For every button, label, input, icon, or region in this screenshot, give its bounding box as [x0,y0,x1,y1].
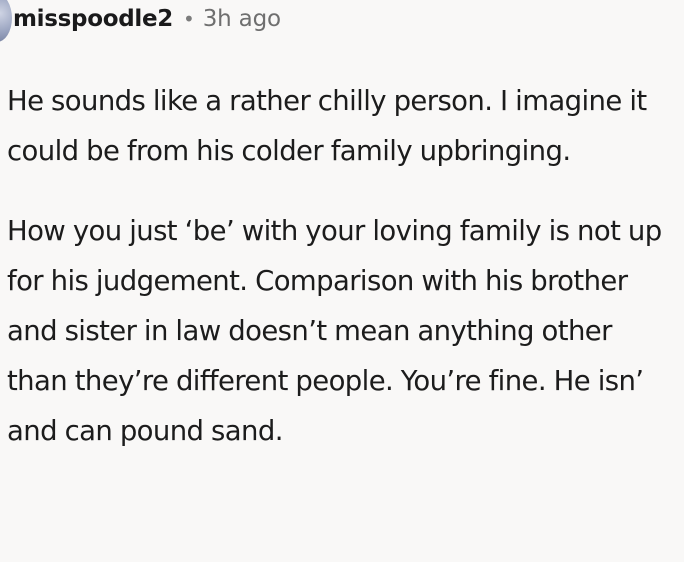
comment-body: He sounds like a rather chilly person. I… [7,76,679,486]
meta-separator: • [182,7,195,31]
comment: misspoodle2 • 3h ago He sounds like a ra… [0,0,684,562]
avatar[interactable] [0,0,12,42]
comment-timestamp[interactable]: 3h ago [203,6,281,32]
comment-paragraph-1: He sounds like a rather chilly person. I… [7,85,647,167]
comment-header: misspoodle2 • 3h ago [13,2,281,36]
comment-paragraph-2: How you just ‘be’ with your loving famil… [7,215,662,447]
author-username[interactable]: misspoodle2 [13,6,173,32]
